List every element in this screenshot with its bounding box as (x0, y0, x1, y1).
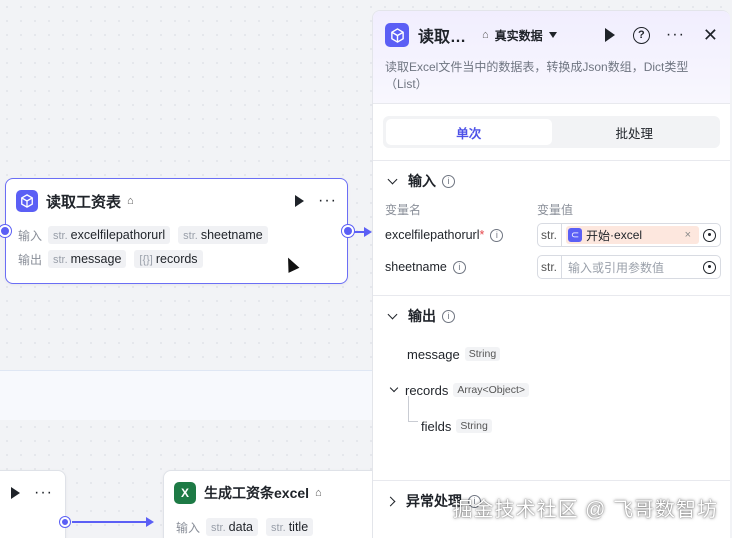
cube-icon (16, 190, 38, 212)
panel-title: 读取… (418, 29, 467, 46)
more-icon[interactable]: ··· (666, 27, 685, 43)
type-badge: String (464, 347, 501, 361)
chevron-down-icon[interactable] (389, 383, 399, 393)
start-node-icon: ⊂ (568, 228, 583, 242)
type-prefix: str. (541, 224, 563, 246)
node-output-port[interactable] (342, 225, 354, 237)
test-tube-icon: ⌂ (482, 29, 489, 41)
output-item: message String (373, 336, 730, 372)
node-config-panel: 读取… ⌂ 真实数据 ? ··· ✕ 读取Excel文件当中的数据表，转换成Js… (372, 10, 730, 538)
output-chip: str. message (48, 250, 127, 268)
field-name: excelfilepathorurl (385, 228, 480, 242)
input-chip: str. title (266, 518, 314, 536)
type-badge: Array<Object> (453, 383, 530, 397)
column-headers: 变量名 变量值 (373, 201, 730, 219)
more-icon[interactable]: ··· (318, 193, 337, 209)
info-icon[interactable]: i (442, 309, 455, 323)
help-icon[interactable]: ? (632, 26, 650, 44)
input-chip: str. sheetname (178, 226, 268, 244)
node-input-row: 输入 str. excelfilepathorurl str. sheetname (6, 223, 347, 247)
node-input-row: 输入 str. data str. title (164, 515, 382, 538)
tab-batch[interactable]: 批处理 (552, 119, 718, 145)
node-generate-payslip[interactable]: X 生成工资条excel ⌂ 输入 str. data str. title (163, 470, 383, 538)
output-section-header[interactable]: 输出 i (373, 296, 730, 336)
data-mode-select[interactable]: 真实数据 (495, 27, 557, 44)
output-item: fields String (373, 408, 730, 444)
type-badge: String (456, 419, 492, 433)
input-chip: str. data (206, 518, 259, 536)
input-chip: str. excelfilepathorurl (48, 226, 171, 244)
chevron-down-icon[interactable] (387, 309, 398, 319)
node-title: 生成工资条excel (204, 485, 310, 501)
required-mark: * (479, 228, 485, 242)
info-icon[interactable]: i (442, 174, 455, 188)
info-icon[interactable]: i (452, 260, 466, 274)
run-icon[interactable] (11, 487, 21, 499)
input-label: 输入 (18, 228, 43, 243)
edge-connector (72, 521, 148, 523)
input-label: 输入 (176, 520, 201, 535)
output-chip: [{}] records (134, 250, 203, 268)
field-excelfilepathorurl: excelfilepathorurl * i str. ⊂ 开始 · excel × (373, 219, 730, 251)
run-icon[interactable] (295, 195, 305, 207)
output-item[interactable]: records Array<Object> (373, 372, 730, 408)
field-sheetname: sheetname i str. 输入或引用参数值 (373, 251, 730, 283)
panel-description: 读取Excel文件当中的数据表，转换成Json数组，Dict类型（List） (385, 60, 689, 91)
output-tree: message String records Array<Object> fie… (373, 336, 730, 480)
field-name: sheetname (385, 260, 447, 274)
tab-single[interactable]: 单次 (386, 119, 552, 145)
canvas-band (0, 370, 380, 420)
reference-picker-icon[interactable] (703, 228, 716, 242)
tree-connector (408, 396, 418, 422)
variable-value-box[interactable]: str. 输入或引用参数值 (537, 255, 721, 279)
chevron-down-icon[interactable] (387, 174, 398, 184)
more-icon[interactable]: ··· (34, 485, 53, 501)
edge-arrow (146, 517, 154, 527)
excel-icon: X (174, 482, 196, 504)
cube-icon (385, 23, 409, 47)
caret-down-icon (548, 32, 557, 38)
info-icon[interactable]: i (490, 228, 504, 242)
run-icon[interactable] (604, 28, 615, 42)
input-section-header[interactable]: 输入 i (373, 161, 730, 201)
mode-tabs: 单次 批处理 (383, 116, 720, 148)
watermark: 掘金技术社区 @ 飞哥数智坊 (452, 499, 718, 521)
variable-value-box[interactable]: str. ⊂ 开始 · excel × (537, 223, 721, 247)
test-tube-icon: ⌂ (127, 195, 134, 207)
col-value-label: 变量值 (537, 203, 574, 217)
value-placeholder[interactable]: 输入或引用参数值 (566, 259, 703, 276)
type-prefix: str. (541, 256, 563, 278)
node-output-port[interactable] (60, 517, 70, 527)
col-name-label: 变量名 (385, 203, 422, 217)
node-partial-left[interactable]: ··· (0, 470, 66, 538)
clear-icon[interactable]: × (685, 229, 691, 241)
close-icon[interactable]: ✕ (703, 25, 718, 46)
test-tube-icon: ⌂ (315, 487, 322, 499)
chevron-right-icon[interactable] (385, 496, 396, 506)
edge-arrow (364, 227, 372, 237)
output-label: 输出 (18, 252, 43, 267)
node-title: 读取工资表 (46, 193, 122, 211)
reference-tag[interactable]: ⊂ 开始 · excel × (566, 226, 699, 244)
reference-picker-icon[interactable] (703, 260, 716, 274)
